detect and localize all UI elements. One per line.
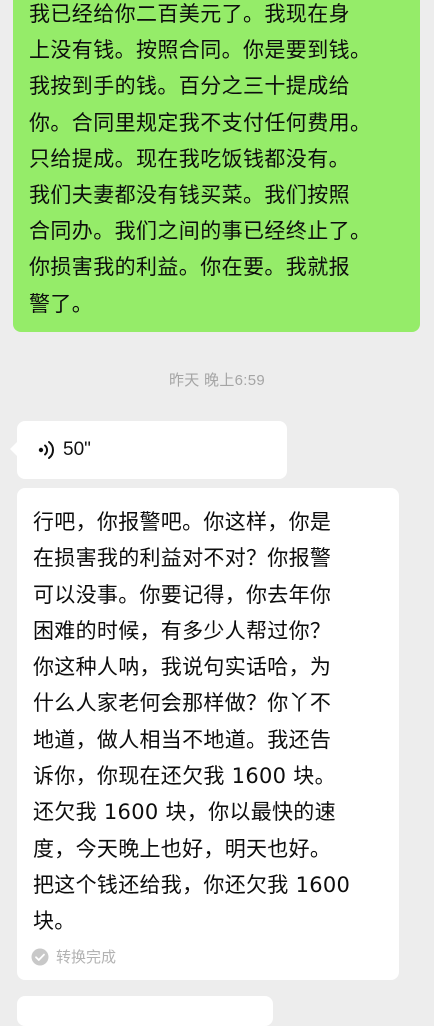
sent-message-text: 我已经给你二百美元了。我现在身 上没有钱。按照合同。你是要到钱。 我按到手的钱。… [29,2,372,316]
voice-duration: 50" [63,439,91,460]
transcript-text: 行吧，你报警吧。你这样，你是 在损害我的利益对不对？你报警 可以没事。你要记得，… [33,510,351,934]
transcript-status: 转换完成 [31,946,116,967]
chat-area: 我已经给你二百美元了。我现在身 上没有钱。按照合同。你是要到钱。 我按到手的钱。… [0,0,434,1026]
sent-message-bubble[interactable]: 我已经给你二百美元了。我现在身 上没有钱。按照合同。你是要到钱。 我按到手的钱。… [13,0,420,332]
voice-transcript-card[interactable]: 行吧，你报警吧。你这样，你是 在损害我的利益对不对？你报警 可以没事。你要记得，… [17,488,399,980]
voice-wave-icon [38,441,54,459]
next-message-bubble[interactable] [17,996,273,1026]
check-circle-icon [31,948,49,965]
message-timestamp: 昨天 晚上6:59 [168,372,266,389]
voice-message-bubble[interactable]: 50" [10,421,287,479]
transcript-status-label: 转换完成 [56,948,117,966]
